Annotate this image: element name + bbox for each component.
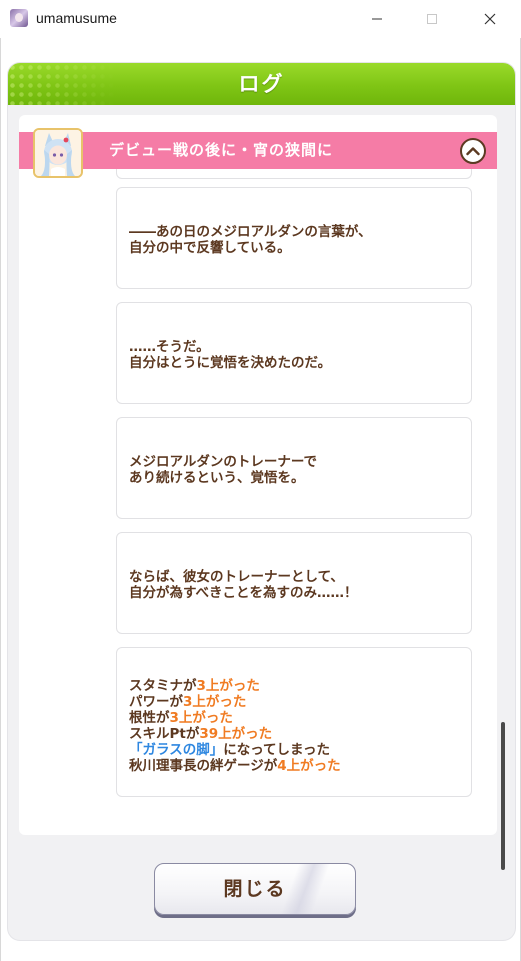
character-avatar xyxy=(33,128,83,178)
close-button-label: 閉じる xyxy=(223,878,287,900)
result-label: になってしまった xyxy=(223,742,331,758)
entry-line: 自分が為すべきことを為すのみ……！ xyxy=(129,585,358,601)
chapter-title: デビュー戦の後に・宵の狭間に xyxy=(109,141,334,159)
chapter-header[interactable]: デビュー戦の後に・宵の狭間に xyxy=(19,132,497,169)
collapse-button[interactable] xyxy=(460,138,486,164)
result-value: 3上がった xyxy=(183,694,247,710)
result-label: スキルPtが xyxy=(129,726,200,742)
entry-line: ……そうだ。 xyxy=(129,339,210,355)
close-icon xyxy=(484,13,496,25)
minimize-button[interactable] xyxy=(348,0,406,38)
dialog-header: ログ xyxy=(8,63,515,105)
minimize-icon xyxy=(372,18,382,20)
result-value: 4上がった xyxy=(277,758,341,774)
result-label: 根性が xyxy=(129,710,170,726)
log-entries: ――あの日のメジロアルダンの言葉が、 自分の中で反響している。 ……そうだ。 自… xyxy=(19,169,497,835)
character-portrait-icon xyxy=(35,130,81,176)
log-list[interactable]: デビュー戦の後に・宵の狭間に ――あの日のメジロアルダンの言葉が、 自分の中で反… xyxy=(19,115,497,835)
game-frame: ログ デビュー戦の後に・宵の狭間に ――あの日のメジロアルダンの言葉が、 自分の… xyxy=(0,38,521,961)
result-line: 「ガラスの脚」になってしまった xyxy=(129,742,461,758)
log-entry: メジロアルダンのトレーナーで あり続けるという、覚悟を。 xyxy=(116,417,472,519)
result-label: 秋川理事長の絆ゲージが xyxy=(129,758,278,774)
result-line: 根性が3上がった xyxy=(129,710,461,726)
window-titlebar[interactable]: umamusume xyxy=(0,0,521,38)
log-entry: ならば、彼女のトレーナーとして、 自分が為すべきことを為すのみ……！ xyxy=(116,532,472,634)
entry-line: メジロアルダンのトレーナーで xyxy=(129,454,318,470)
skill-name: 「ガラスの脚」 xyxy=(129,742,224,758)
entry-line: ――あの日のメジロアルダンの言葉が、 xyxy=(129,224,372,240)
entry-line: 自分の中で反響している。 xyxy=(129,240,291,256)
maximize-icon xyxy=(427,14,437,24)
entry-line: 自分はとうに覚悟を決めたのだ。 xyxy=(129,355,332,371)
log-entry-results: スタミナが3上がった パワーが3上がった 根性が3上がった スキルPtが39上が… xyxy=(116,647,472,797)
scrollbar-thumb[interactable] xyxy=(501,722,505,870)
result-line: スタミナが3上がった xyxy=(129,678,461,694)
entry-line: ならば、彼女のトレーナーとして、 xyxy=(129,569,344,585)
log-entry: ――あの日のメジロアルダンの言葉が、 自分の中で反響している。 xyxy=(116,187,472,289)
result-line: パワーが3上がった xyxy=(129,694,461,710)
log-entry-partial xyxy=(116,169,472,179)
result-value: 39上がった xyxy=(199,726,273,742)
result-line: スキルPtが39上がった xyxy=(129,726,461,742)
result-value: 3上がった xyxy=(196,678,260,694)
dialog-title: ログ xyxy=(238,72,285,96)
maximize-button[interactable] xyxy=(403,0,461,38)
log-entry: ……そうだ。 自分はとうに覚悟を決めたのだ。 xyxy=(116,302,472,404)
close-button[interactable]: 閉じる xyxy=(154,863,356,915)
result-label: スタミナが xyxy=(129,678,197,694)
window-title: umamusume xyxy=(36,10,117,26)
app-icon xyxy=(10,9,28,27)
scrollbar[interactable] xyxy=(501,150,505,870)
result-line: 秋川理事長の絆ゲージが4上がった xyxy=(129,758,461,774)
close-window-button[interactable] xyxy=(461,0,519,38)
result-value: 3上がった xyxy=(169,710,233,726)
entry-line: あり続けるという、覚悟を。 xyxy=(129,470,305,486)
result-label: パワーが xyxy=(129,694,183,710)
chevron-up-icon xyxy=(466,147,480,156)
